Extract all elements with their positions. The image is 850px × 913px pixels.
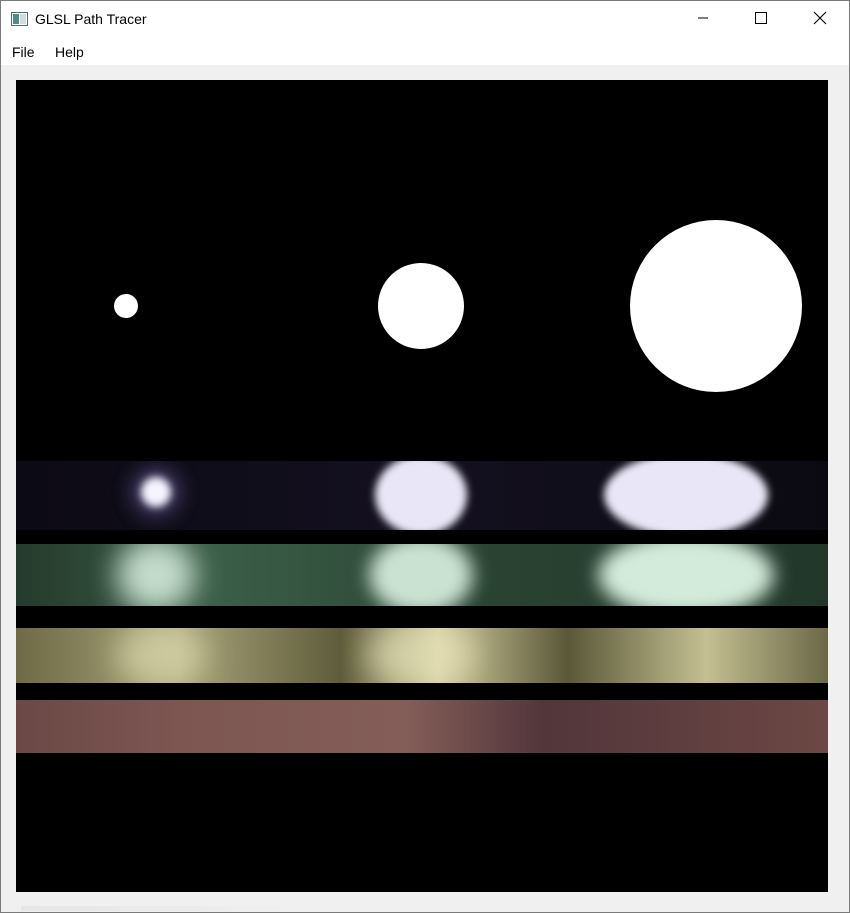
menu-help[interactable]: Help bbox=[53, 44, 86, 60]
material-strip-3 bbox=[16, 628, 828, 683]
maximize-button[interactable] bbox=[732, 1, 790, 39]
menu-file[interactable]: File bbox=[10, 44, 37, 60]
render-viewport[interactable] bbox=[16, 80, 828, 892]
rendered-image bbox=[16, 80, 828, 892]
emissive-sphere-large bbox=[630, 220, 802, 392]
status-bar bbox=[21, 906, 301, 911]
close-icon bbox=[813, 11, 827, 30]
window-title: GLSL Path Tracer bbox=[35, 11, 147, 27]
material-strip-4 bbox=[16, 700, 828, 753]
maximize-icon bbox=[755, 11, 767, 29]
material-strip-2 bbox=[16, 544, 828, 606]
emissive-sphere-medium bbox=[378, 263, 464, 349]
emissive-sphere-small bbox=[114, 294, 138, 318]
app-window: GLSL Path Tracer File Help bbox=[0, 0, 850, 913]
material-strip-1 bbox=[16, 461, 828, 530]
menu-bar: File Help bbox=[1, 39, 849, 65]
minimize-button[interactable] bbox=[674, 1, 732, 39]
minimize-icon bbox=[697, 11, 709, 29]
close-button[interactable] bbox=[791, 1, 849, 39]
app-icon bbox=[11, 12, 28, 26]
title-bar[interactable]: GLSL Path Tracer bbox=[1, 1, 849, 39]
